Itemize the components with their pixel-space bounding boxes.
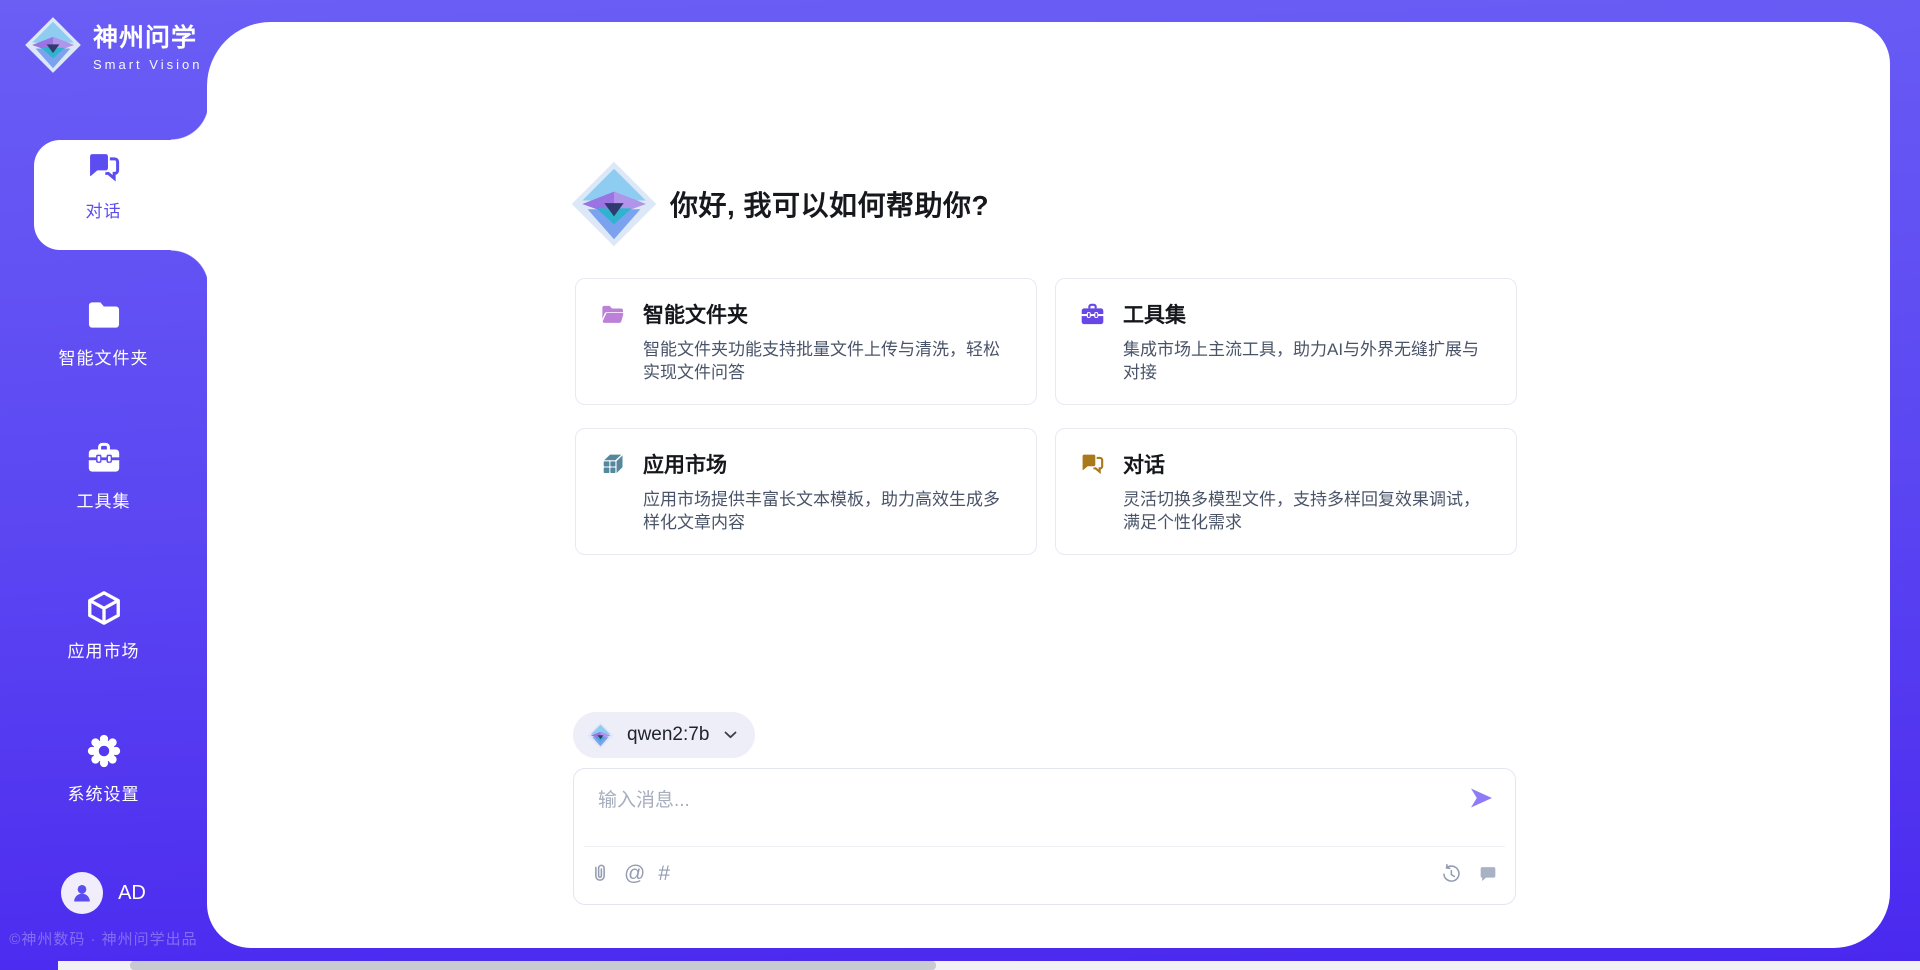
sidebar-item-label: 应用市场 xyxy=(68,637,140,662)
active-tab-fillet-bottom xyxy=(171,250,209,288)
history-icon xyxy=(1440,863,1462,885)
sidebar-item-label: 工具集 xyxy=(77,487,131,512)
model-gem-icon xyxy=(587,722,614,749)
topic-icon: # xyxy=(658,861,670,887)
sidebar-item-smart-folder[interactable]: 智能文件夹 xyxy=(0,296,207,369)
card-title: 应用市场 xyxy=(643,449,727,479)
card-description: 灵活切换多模型文件，支持多样回复效果调试，满足个性化需求 xyxy=(1123,488,1490,534)
footer-copyright: ©神州数码 · 神州问学出品 xyxy=(0,928,207,949)
brand-name: 神州问学 xyxy=(93,18,202,54)
sidebar-item-toolset[interactable]: 工具集 xyxy=(0,439,207,512)
sidebar-item-label: 系统设置 xyxy=(68,780,140,805)
message-input[interactable] xyxy=(598,785,1428,837)
toolbox-icon xyxy=(85,439,123,477)
mention-icon: @ xyxy=(624,861,645,887)
active-tab-fillet-top xyxy=(171,102,209,140)
sidebar-item-chat[interactable]: 对话 xyxy=(0,149,207,222)
history-button[interactable] xyxy=(1440,861,1462,887)
chevron-down-icon xyxy=(724,731,737,739)
card-description: 集成市场上主流工具，助力AI与外界无缝扩展与对接 xyxy=(1123,338,1490,384)
mention-button[interactable]: @ xyxy=(624,861,645,887)
send-button[interactable] xyxy=(1467,785,1495,813)
brand: 神州问学 Smart Vision xyxy=(24,16,202,74)
message-composer: @ # xyxy=(573,768,1516,905)
comment-button[interactable] xyxy=(1477,861,1499,887)
model-selector[interactable]: qwen2:7b xyxy=(573,712,755,758)
gear-icon xyxy=(85,732,123,770)
card-toolset[interactable]: 工具集 集成市场上主流工具，助力AI与外界无缝扩展与对接 xyxy=(1055,278,1517,405)
card-description: 应用市场提供丰富长文本模板，助力高效生成多样化文章内容 xyxy=(643,488,1010,534)
brand-logo-gem-icon xyxy=(24,16,82,74)
composer-divider xyxy=(584,846,1505,847)
sidebar-item-settings[interactable]: 系统设置 xyxy=(0,732,207,805)
cube-icon xyxy=(85,589,123,627)
toolbox-icon xyxy=(1079,301,1106,328)
card-smart-folder[interactable]: 智能文件夹 智能文件夹功能支持批量文件上传与清洗，轻松实现文件问答 xyxy=(575,278,1037,405)
chat-bubbles-icon xyxy=(1079,451,1106,478)
greeting-title: 你好, 我可以如何帮助你? xyxy=(670,184,989,224)
brand-subtitle: Smart Vision xyxy=(93,57,202,72)
sidebar-item-label: 智能文件夹 xyxy=(59,344,149,369)
card-title: 智能文件夹 xyxy=(643,299,748,329)
user-row[interactable]: AD xyxy=(0,872,207,914)
card-title: 对话 xyxy=(1123,449,1165,479)
greeting-gem-icon xyxy=(570,160,658,248)
send-icon xyxy=(1468,786,1494,810)
greeting: 你好, 我可以如何帮助你? xyxy=(570,160,989,248)
card-chat[interactable]: 对话 灵活切换多模型文件，支持多样回复效果调试，满足个性化需求 xyxy=(1055,428,1517,555)
model-name: qwen2:7b xyxy=(627,724,709,746)
card-app-market[interactable]: 应用市场 应用市场提供丰富长文本模板，助力高效生成多样化文章内容 xyxy=(575,428,1037,555)
folder-icon xyxy=(85,296,123,334)
paperclip-icon xyxy=(589,863,611,885)
folder-open-icon xyxy=(599,301,626,328)
topic-button[interactable]: # xyxy=(658,861,670,887)
attach-file-button[interactable] xyxy=(589,861,611,887)
sidebar-item-label: 对话 xyxy=(86,197,122,222)
cube-grid-icon xyxy=(599,451,626,478)
card-title: 工具集 xyxy=(1123,299,1186,329)
chat-bubbles-icon xyxy=(85,149,123,187)
card-description: 智能文件夹功能支持批量文件上传与清洗，轻松实现文件问答 xyxy=(643,338,1010,384)
sidebar-item-app-market[interactable]: 应用市场 xyxy=(0,589,207,662)
user-initials: AD xyxy=(118,882,146,905)
avatar xyxy=(61,872,103,914)
comment-icon xyxy=(1477,863,1499,885)
horizontal-scrollbar-thumb[interactable] xyxy=(130,961,936,970)
person-icon xyxy=(69,880,95,906)
